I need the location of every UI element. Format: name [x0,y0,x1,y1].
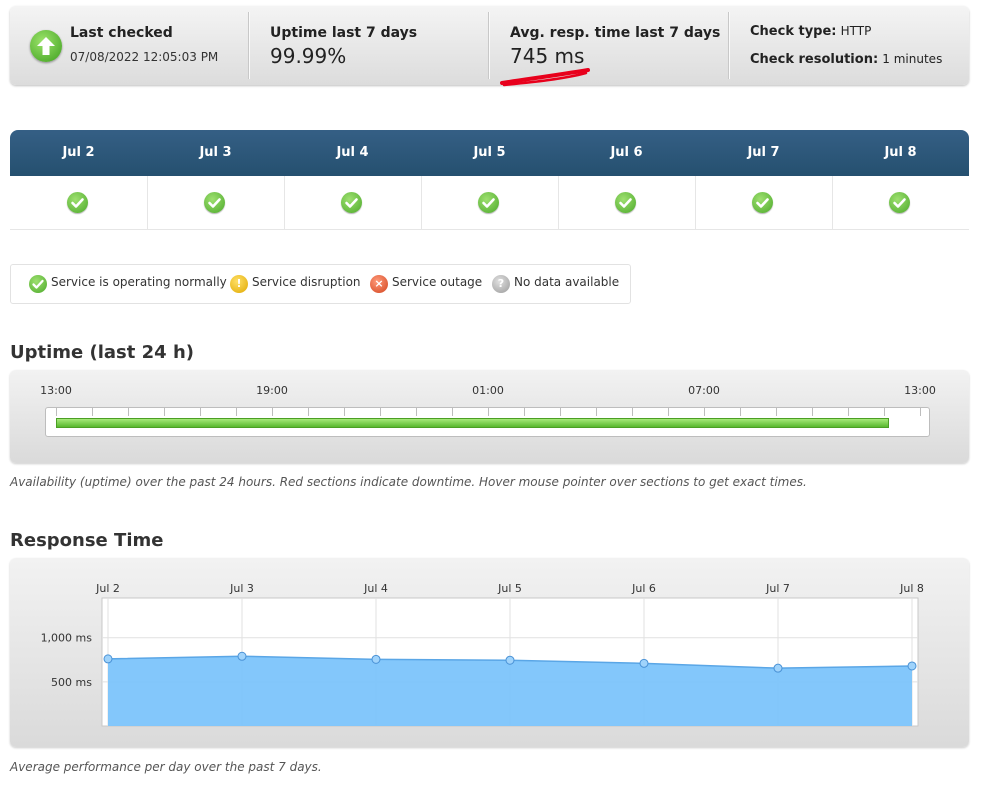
check-ok-icon[interactable] [204,192,225,213]
x-tick-label: Jul 7 [765,582,790,595]
uptime-hour-tick [488,408,489,416]
divider [728,12,729,79]
uptime-hour-tick [740,408,741,416]
y-tick-label: 500 ms [51,676,92,689]
uptime-hour-tick [344,408,345,416]
uptime-hour-tick [560,408,561,416]
check-ok-icon[interactable] [752,192,773,213]
day-header: Jul 5 [473,145,506,160]
summary-bar: Last checked 07/08/2022 12:05:03 PM Upti… [10,6,969,87]
legend-disruption: Service disruption [252,275,361,289]
outage-x-icon: × [370,275,388,293]
last-checked-label: Last checked [70,25,173,41]
response-time-chart[interactable]: Jul 2 Jul 3 Jul 4 Jul 5 Jul 6 Jul 7 Jul 8 1,000… [10,558,969,747]
uptime-bar[interactable] [56,418,889,428]
data-point [505,655,515,665]
response-caption: Average performance per day over the pas… [10,760,322,774]
x-tick-label: Jul 8 [899,582,924,595]
check-ok-icon[interactable] [615,192,636,213]
uptime-hour-tick [884,408,885,416]
uptime-hour-tick [416,408,417,416]
data-point [773,663,783,673]
legend-outage: Service outage [392,275,483,289]
day-header: Jul 3 [199,145,232,160]
daily-status-header: Jul 2 Jul 3 Jul 4 Jul 5 Jul 6 Jul 7 Jul … [10,130,969,176]
x-tick-label: Jul 5 [497,582,522,595]
data-point [103,654,113,664]
daily-status-row [10,176,969,230]
uptime-tick: 07:00 [688,384,720,397]
uptime-hour-tick [200,408,201,416]
check-type-value: HTTP [840,24,872,38]
uptime-caption: Availability (uptime) over the past 24 h… [10,475,807,489]
resp-time-label: Avg. resp. time last 7 days [510,25,721,41]
uptime-hour-tick [632,408,633,416]
uptime-hour-tick [920,408,921,416]
uptime-panel: 13:00 19:00 01:00 07:00 13:00 [10,370,969,463]
data-point [907,661,917,671]
uptime-hour-tick [524,408,525,416]
data-point [371,654,381,664]
uptime-title: Uptime (last 24 h) [10,342,194,363]
check-ok-icon[interactable] [889,192,910,213]
y-tick-label: 1,000 ms [41,632,93,645]
day-header: Jul 6 [610,145,643,160]
uptime-tick: 13:00 [40,384,72,397]
data-point [639,658,649,668]
check-resolution: Check resolution: 1 minutes [750,52,942,67]
status-legend: Service is operating normally ! Service … [10,264,631,304]
uptime-hour-tick [452,408,453,416]
uptime-hour-tick [668,408,669,416]
uptime-tick: 19:00 [256,384,288,397]
warning-icon: ! [230,275,248,293]
uptime-hour-tick [164,408,165,416]
divider [248,12,249,79]
uptime-label: Uptime last 7 days [270,25,418,41]
uptime-hour-tick [776,408,777,416]
uptime-hour-tick [56,408,57,416]
daily-status-table: Jul 2 Jul 3 Jul 4 Jul 5 Jul 6 Jul 7 Jul … [10,130,969,230]
question-icon: ? [492,275,510,293]
x-tick-label: Jul 3 [229,582,254,595]
uptime-hour-tick [272,408,273,416]
red-underline-annotation [500,68,590,87]
check-type-label: Check type: [750,24,837,39]
uptime-tick: 01:00 [472,384,504,397]
x-tick-label: Jul 4 [363,582,388,595]
check-resolution-label: Check resolution: [750,52,879,67]
check-ok-icon[interactable] [341,192,362,213]
uptime-hour-tick [380,408,381,416]
data-point [237,651,247,661]
x-tick-label: Jul 2 [95,582,120,595]
uptime-hour-tick [128,408,129,416]
divider [488,12,489,79]
uptime-hour-tick [308,408,309,416]
arrow-up-icon [30,30,62,62]
uptime-hour-tick [848,408,849,416]
x-tick-label: Jul 6 [631,582,656,595]
check-type: Check type: HTTP [750,24,871,39]
last-checked-value: 07/08/2022 12:05:03 PM [70,50,219,64]
uptime-value: 99.99% [270,44,347,68]
uptime-hour-tick [596,408,597,416]
check-ok-icon [29,275,47,293]
uptime-hour-tick [92,408,93,416]
day-header: Jul 4 [336,145,369,160]
check-resolution-value: 1 minutes [882,52,943,66]
uptime-hour-tick [236,408,237,416]
response-panel: Jul 2 Jul 3 Jul 4 Jul 5 Jul 6 Jul 7 Jul 8 1,000… [10,558,969,747]
check-ok-icon[interactable] [67,192,88,213]
uptime-tick: 13:00 [904,384,936,397]
legend-normal: Service is operating normally [51,275,227,289]
response-title: Response Time [10,530,164,551]
uptime-hour-tick [704,408,705,416]
day-header: Jul 7 [747,145,780,160]
legend-nodata: No data available [514,275,620,289]
day-header: Jul 8 [884,145,917,160]
uptime-bar-frame [45,407,930,437]
day-header: Jul 2 [62,145,95,160]
check-ok-icon[interactable] [478,192,499,213]
uptime-hour-tick [812,408,813,416]
